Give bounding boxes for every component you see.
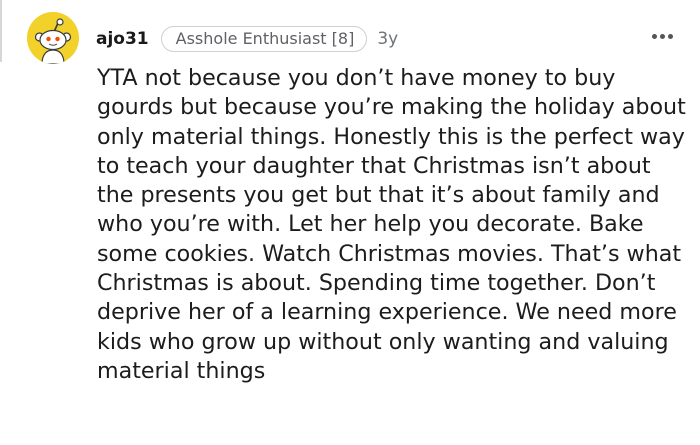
comment-age: 3y (377, 29, 399, 49)
username-link[interactable]: ajo31 (96, 29, 149, 49)
more-dot (668, 34, 673, 39)
user-flair-badge: Asshole Enthusiast [8] (160, 26, 368, 52)
more-options-icon[interactable] (652, 34, 673, 39)
snoo-avatar-icon[interactable] (27, 12, 79, 64)
more-dot (652, 34, 657, 39)
thread-line (0, 0, 2, 62)
more-dot (660, 34, 665, 39)
comment-body: YTA not because you don’t have money to … (97, 65, 686, 384)
comment-meta: ajo31 Asshole Enthusiast [8] 3y (96, 26, 398, 52)
